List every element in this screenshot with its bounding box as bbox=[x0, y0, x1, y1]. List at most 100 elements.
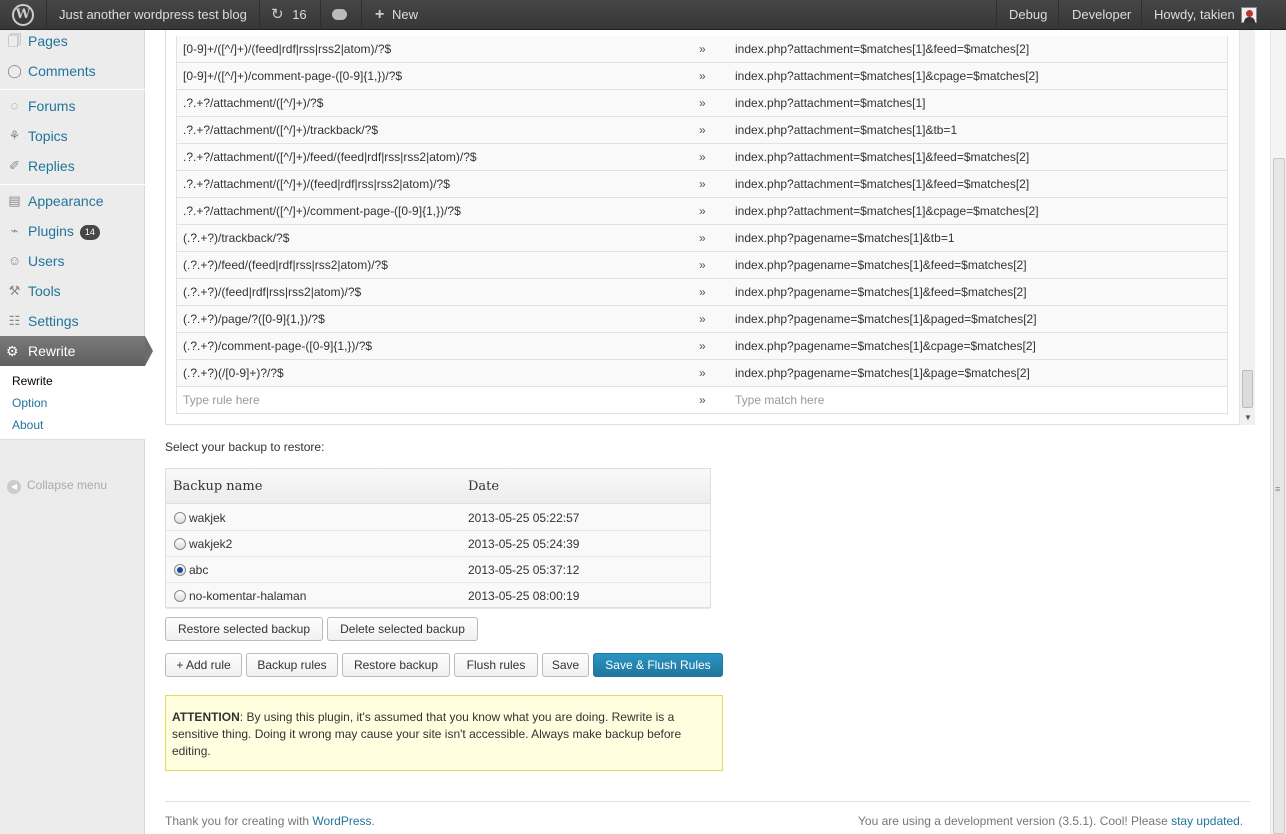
rule-row: (.?.+?)/trackback/?$ » index.php?pagename=… bbox=[177, 225, 1227, 252]
rule-pattern-input[interactable]: (.?.+?)/page/?([0-9]{1,})/?$ bbox=[183, 306, 325, 333]
notice-text: : By using this plugin, it's assumed tha… bbox=[172, 710, 682, 758]
rewrite-submenu: Rewrite Option About bbox=[0, 366, 145, 440]
rule-match-input[interactable]: index.php?pagename=$matches[1]&tb=1 bbox=[735, 225, 955, 252]
scrollbar-thumb[interactable] bbox=[1242, 370, 1253, 408]
rule-match-input[interactable]: index.php?attachment=$matches[1] bbox=[735, 90, 925, 117]
sidebar-item-label: Tools bbox=[28, 283, 61, 299]
appearance-icon: ▤ bbox=[8, 193, 21, 208]
rule-match-input[interactable]: index.php?pagename=$matches[1]&paged=$ma… bbox=[735, 306, 1037, 333]
sidebar-item-settings[interactable]: ☷ Settings bbox=[0, 306, 145, 336]
rule-match-input[interactable]: index.php?attachment=$matches[1]&cpage=$… bbox=[735, 63, 1039, 90]
submenu-item-rewrite[interactable]: Rewrite bbox=[12, 374, 53, 388]
rule-arrow-icon: » bbox=[699, 96, 706, 110]
rule-row: .?.+?/attachment/([^/]+)/comment-page-([… bbox=[177, 198, 1227, 225]
rule-pattern-input[interactable]: (.?.+?)/comment-page-([0-9]{1,})/?$ bbox=[183, 333, 372, 360]
restore-selected-backup-button[interactable]: Restore selected backup bbox=[165, 617, 323, 641]
backup-row: no-komentar-halaman 2013-05-25 08:00:19 bbox=[166, 583, 710, 609]
wordpress-logo-icon[interactable]: W bbox=[12, 4, 34, 26]
wordpress-link[interactable]: WordPress bbox=[312, 814, 371, 828]
restore-backup-button[interactable]: Restore backup bbox=[342, 653, 450, 677]
new-rule-match-input[interactable]: Type match here bbox=[735, 387, 824, 414]
rule-row: [0-9]+/([^/]+)/(feed|rdf|rss|rss2|atom)/… bbox=[177, 36, 1227, 63]
sidebar-item-plugins[interactable]: ⌁ Plugins 14 bbox=[0, 216, 145, 246]
avatar[interactable] bbox=[1241, 7, 1257, 23]
new-rule-pattern-input[interactable]: Type rule here bbox=[183, 387, 260, 414]
sidebar-item-tools[interactable]: ⚒ Tools bbox=[0, 276, 145, 306]
sidebar-item-label: Comments bbox=[28, 63, 96, 79]
rule-pattern-input[interactable]: (.?.+?)(/[0-9]+)?/?$ bbox=[183, 360, 284, 387]
rule-pattern-input[interactable]: .?.+?/attachment/([^/]+)/(feed|rdf|rss|r… bbox=[183, 171, 450, 198]
backup-rules-button[interactable]: Backup rules bbox=[246, 653, 338, 677]
page-scrollbar-thumb[interactable] bbox=[1273, 158, 1285, 834]
sidebar-item-comments[interactable]: ◯ Comments bbox=[0, 56, 145, 86]
sidebar-item-label: Pages bbox=[28, 33, 68, 49]
rule-match-input[interactable]: index.php?pagename=$matches[1]&cpage=$ma… bbox=[735, 333, 1036, 360]
sidebar-item-pages[interactable]: 🗍 Pages bbox=[0, 26, 145, 56]
flush-rules-button[interactable]: Flush rules bbox=[454, 653, 538, 677]
rule-arrow-icon: » bbox=[699, 312, 706, 326]
developer-link[interactable]: Developer bbox=[1072, 0, 1131, 30]
rules-scrollbar[interactable]: ▼ bbox=[1239, 30, 1255, 425]
footer-period: . bbox=[371, 814, 375, 828]
save-and-flush-button[interactable]: Save & Flush Rules bbox=[593, 653, 723, 677]
divider bbox=[259, 0, 260, 30]
sidebar-item-replies[interactable]: ✐ Replies bbox=[0, 151, 145, 181]
updates-link[interactable]: ↻ 16 bbox=[271, 0, 307, 30]
gear-icon: ⚙ bbox=[6, 343, 19, 359]
topics-icon: ⚘ bbox=[8, 128, 21, 143]
sidebar-item-forums[interactable]: ◌ Forums bbox=[0, 91, 145, 121]
backup-radio[interactable] bbox=[174, 590, 186, 602]
rule-pattern-input[interactable]: [0-9]+/([^/]+)/(feed|rdf|rss|rss2|atom)/… bbox=[183, 36, 391, 63]
submenu-item-about[interactable]: About bbox=[12, 418, 43, 432]
rule-match-input[interactable]: index.php?pagename=$matches[1]&page=$mat… bbox=[735, 360, 1030, 387]
page-scrollbar[interactable]: ≡ bbox=[1270, 30, 1286, 834]
rule-row: [0-9]+/([^/]+)/comment-page-([0-9]{1,})/… bbox=[177, 63, 1227, 90]
rule-pattern-input[interactable]: (.?.+?)/(feed|rdf|rss|rss2|atom)/?$ bbox=[183, 279, 361, 306]
collapse-menu-button[interactable]: ◀ Collapse menu bbox=[7, 478, 107, 494]
add-rule-button[interactable]: + Add rule bbox=[165, 653, 242, 677]
debug-link[interactable]: Debug bbox=[1009, 0, 1047, 30]
new-content-link[interactable]: + New bbox=[375, 0, 418, 30]
rule-pattern-input[interactable]: (.?.+?)/trackback/?$ bbox=[183, 225, 289, 252]
sidebar-item-appearance[interactable]: ▤ Appearance bbox=[0, 186, 145, 216]
rule-pattern-input[interactable]: (.?.+?)/feed/(feed|rdf|rss|rss2|atom)/?$ bbox=[183, 252, 388, 279]
backup-row: wakjek 2013-05-25 05:22:57 bbox=[166, 505, 710, 531]
rule-arrow-icon: » bbox=[699, 258, 706, 272]
rule-match-input[interactable]: index.php?pagename=$matches[1]&feed=$mat… bbox=[735, 279, 1027, 306]
backup-radio[interactable] bbox=[174, 538, 186, 550]
footer-thanks: Thank you for creating with WordPress. bbox=[165, 814, 375, 828]
notice-strong: ATTENTION bbox=[172, 710, 240, 724]
new-rule-row: Type rule here » Type match here bbox=[177, 387, 1227, 414]
my-account-link[interactable]: Howdy, takien bbox=[1154, 0, 1235, 30]
submenu-item-option[interactable]: Option bbox=[12, 396, 47, 410]
footer-period: . bbox=[1239, 814, 1244, 828]
sidebar-item-topics[interactable]: ⚘ Topics bbox=[0, 121, 145, 151]
rule-pattern-input[interactable]: .?.+?/attachment/([^/]+)/comment-page-([… bbox=[183, 198, 461, 225]
rule-match-input[interactable]: index.php?attachment=$matches[1]&feed=$m… bbox=[735, 171, 1029, 198]
comments-link[interactable] bbox=[332, 0, 347, 30]
rule-pattern-input[interactable]: .?.+?/attachment/([^/]+)/?$ bbox=[183, 90, 323, 117]
rule-match-input[interactable]: index.php?attachment=$matches[1]&feed=$m… bbox=[735, 36, 1029, 63]
delete-selected-backup-button[interactable]: Delete selected backup bbox=[327, 617, 478, 641]
rule-match-input[interactable]: index.php?attachment=$matches[1]&cpage=$… bbox=[735, 198, 1039, 225]
sidebar-item-users[interactable]: ☺ Users bbox=[0, 246, 145, 276]
save-button[interactable]: Save bbox=[542, 653, 589, 677]
rule-row: .?.+?/attachment/([^/]+)/(feed|rdf|rss|r… bbox=[177, 171, 1227, 198]
backup-name: abc bbox=[189, 563, 209, 577]
rule-pattern-input[interactable]: .?.+?/attachment/([^/]+)/feed/(feed|rdf|… bbox=[183, 144, 477, 171]
backup-radio[interactable] bbox=[174, 564, 186, 576]
rule-match-input[interactable]: index.php?pagename=$matches[1]&feed=$mat… bbox=[735, 252, 1027, 279]
sidebar-item-label: Plugins bbox=[28, 223, 74, 239]
backup-radio[interactable] bbox=[174, 512, 186, 524]
rule-match-input[interactable]: index.php?attachment=$matches[1]&tb=1 bbox=[735, 117, 957, 144]
rule-pattern-input[interactable]: .?.+?/attachment/([^/]+)/trackback/?$ bbox=[183, 117, 378, 144]
rule-match-input[interactable]: index.php?attachment=$matches[1]&feed=$m… bbox=[735, 144, 1029, 171]
refresh-icon: ↻ bbox=[271, 6, 284, 23]
sidebar-item-rewrite[interactable]: ⚙ Rewrite bbox=[0, 336, 153, 366]
stay-updated-link[interactable]: stay updated bbox=[1171, 814, 1240, 828]
sidebar-item-label: Users bbox=[28, 253, 65, 269]
users-icon: ☺ bbox=[7, 253, 22, 268]
scroll-down-arrow-icon[interactable]: ▼ bbox=[1244, 413, 1252, 422]
backup-date: 2013-05-25 05:22:57 bbox=[468, 511, 580, 525]
rule-pattern-input[interactable]: [0-9]+/([^/]+)/comment-page-([0-9]{1,})/… bbox=[183, 63, 402, 90]
